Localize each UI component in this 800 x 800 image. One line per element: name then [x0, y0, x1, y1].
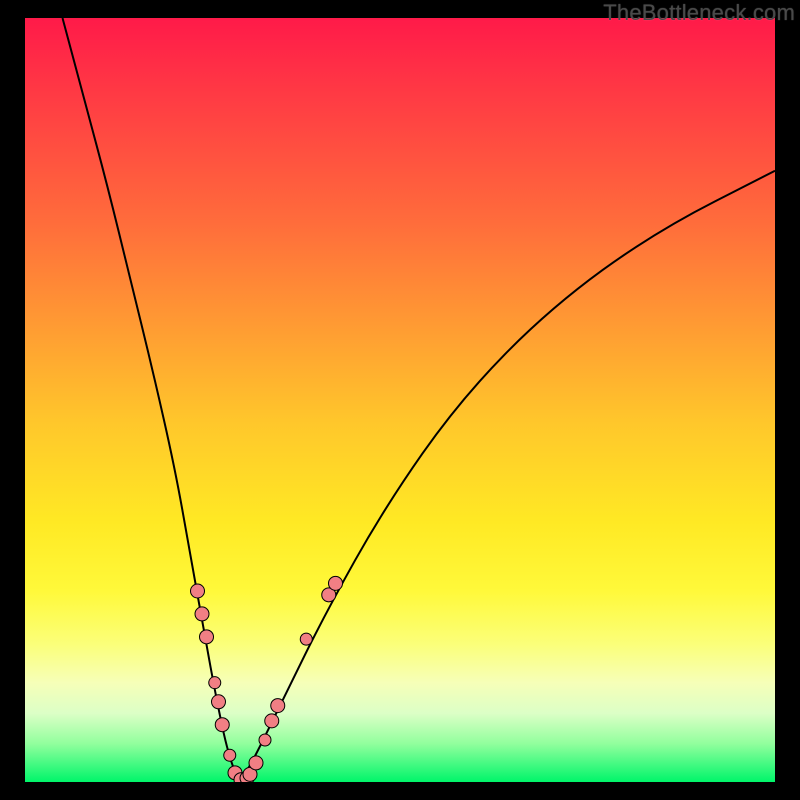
- data-marker: [224, 749, 236, 761]
- data-marker: [259, 734, 271, 746]
- data-marker: [300, 633, 312, 645]
- data-marker: [271, 699, 285, 713]
- data-marker: [212, 695, 226, 709]
- watermark-text: TheBottleneck.com: [603, 0, 795, 26]
- data-marker: [265, 714, 279, 728]
- data-markers: [191, 576, 343, 782]
- data-marker: [249, 756, 263, 770]
- chart-frame: TheBottleneck.com: [0, 0, 800, 800]
- data-marker: [329, 576, 343, 590]
- data-marker: [215, 718, 229, 732]
- chart-svg: [25, 18, 775, 782]
- bottleneck-curve: [63, 18, 776, 777]
- data-marker: [191, 584, 205, 598]
- data-marker: [200, 630, 214, 644]
- data-marker: [195, 607, 209, 621]
- data-marker: [209, 677, 221, 689]
